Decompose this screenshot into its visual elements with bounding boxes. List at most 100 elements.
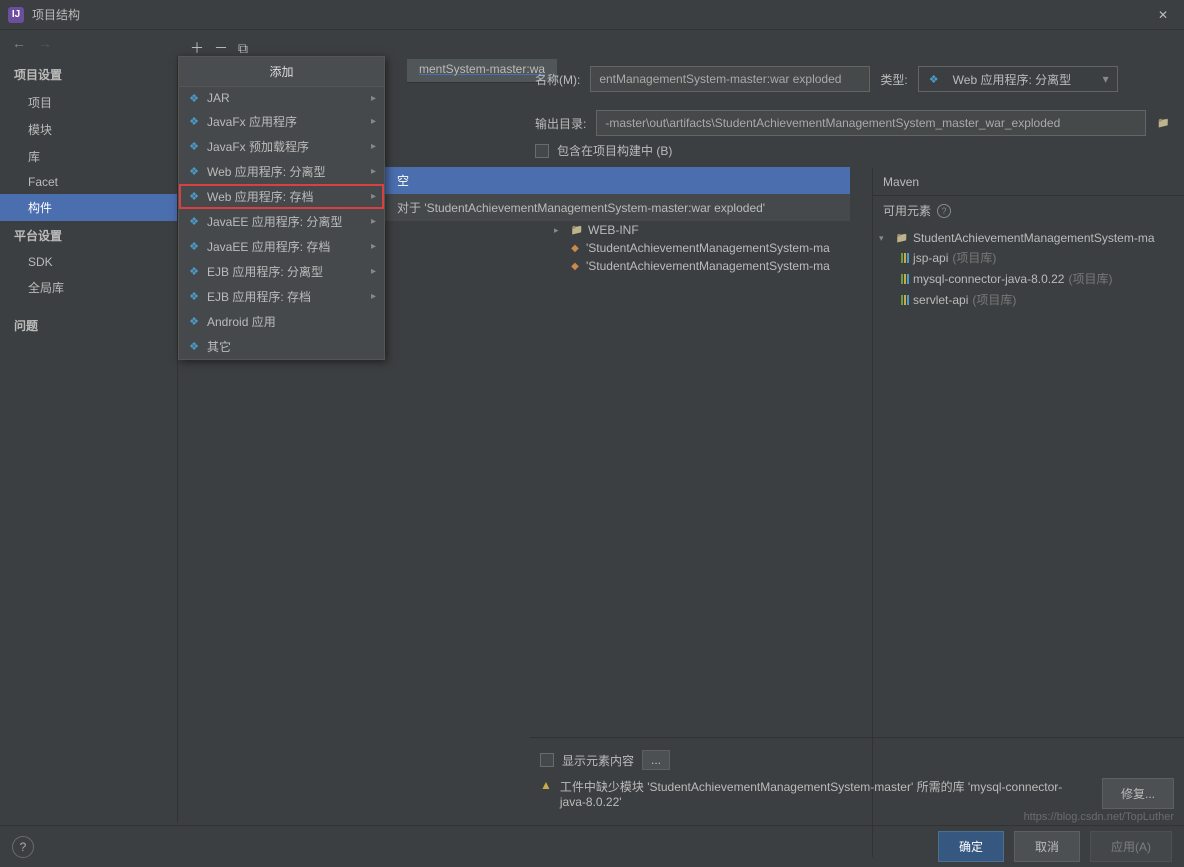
artifact-type-icon [187, 315, 201, 329]
titlebar: IJ 项目结构 ✕ [0, 0, 1184, 30]
expand-icon[interactable]: ▸ [554, 225, 566, 236]
module-icon [895, 231, 909, 245]
lib-suffix: (项目库) [972, 291, 1016, 308]
show-content-label: 显示元素内容 [562, 752, 634, 769]
apply-button[interactable]: 应用(A) [1090, 831, 1172, 862]
sidebar-item-libraries[interactable]: 库 [0, 143, 177, 170]
available-tree[interactable]: ▾ StudentAchievementManagementSystem-ma j… [873, 225, 1184, 314]
chevron-right-icon: ▸ [371, 241, 376, 252]
ellipsis-button[interactable]: ... [642, 750, 670, 770]
chevron-down-icon: ▾ [1103, 72, 1109, 86]
chevron-right-icon: ▸ [371, 116, 376, 127]
war-icon [568, 259, 582, 273]
submenu-for-artifact[interactable]: 对于 'StudentAchievementManagementSystem-m… [385, 194, 850, 221]
tree-item[interactable]: WEB-INF [588, 223, 639, 237]
popup-item[interactable]: JavaEE 应用程序: 存档 ▸ [179, 234, 384, 259]
warning-icon [540, 778, 552, 792]
popup-item[interactable]: Web 应用程序: 分离型 ▸ [179, 159, 384, 184]
artifact-type-icon [187, 91, 201, 105]
popup-item[interactable]: JavaEE 应用程序: 分离型▸ [179, 209, 384, 234]
lib-name[interactable]: jsp-api [913, 251, 948, 265]
chevron-right-icon: ▸ [371, 216, 376, 227]
popup-item[interactable]: JAR▸ [179, 87, 384, 109]
lib-suffix: (项目库) [1068, 270, 1112, 287]
copy-icon[interactable]: ⧉ [238, 40, 248, 57]
browse-folder-icon[interactable] [1156, 116, 1170, 130]
tree-item[interactable]: 'StudentAchievementManagementSystem-ma [586, 259, 830, 273]
lib-name[interactable]: servlet-api [913, 293, 968, 307]
nav-back-icon[interactable]: ← [12, 35, 26, 51]
available-header: 可用元素 [883, 202, 931, 219]
folder-icon [570, 223, 584, 237]
popup-item-label: Web 应用程序: 存档 [207, 188, 313, 205]
type-label: 类型: [880, 71, 907, 88]
add-icon[interactable]: ＋ [190, 38, 204, 58]
popup-item[interactable]: Web 应用程序: 存档▸ [179, 184, 384, 209]
help-icon[interactable]: ? [937, 204, 951, 218]
submenu: 空 对于 'StudentAchievementManagementSystem… [385, 167, 850, 221]
app-icon: IJ [8, 7, 24, 23]
type-dropdown[interactable]: Web 应用程序: 分离型 ▾ [918, 66, 1118, 92]
popup-item[interactable]: Android 应用 [179, 309, 384, 334]
cancel-button[interactable]: 取消 [1014, 831, 1080, 862]
library-icon [901, 274, 909, 284]
popup-item[interactable]: EJB 应用程序: 分离型 ▸ [179, 259, 384, 284]
remove-icon[interactable]: － [214, 38, 228, 58]
popup-item-label: EJB 应用程序: 存档 [207, 288, 311, 305]
war-icon [568, 241, 582, 255]
lib-name[interactable]: mysql-connector-java-8.0.22 [913, 272, 1064, 286]
submenu-empty[interactable]: 空 [385, 167, 850, 194]
artifact-type-icon [187, 190, 201, 204]
popup-item-label: Android 应用 [207, 313, 276, 330]
popup-item-label: JavaFx 预加载程序 [207, 138, 309, 155]
sidebar-item-facets[interactable]: Facet [0, 170, 177, 194]
popup-item[interactable]: JavaFx 应用程序▸ [179, 109, 384, 134]
popup-item[interactable]: EJB 应用程序: 存档 ▸ [179, 284, 384, 309]
include-build-checkbox[interactable] [535, 144, 549, 158]
artifact-type-icon [187, 115, 201, 129]
popup-item-label: JavaEE 应用程序: 存档 [207, 238, 330, 255]
sidebar-item-global-libs[interactable]: 全局库 [0, 274, 177, 301]
ok-button[interactable]: 确定 [938, 831, 1004, 862]
library-icon [901, 295, 909, 305]
show-content-checkbox[interactable] [540, 753, 554, 767]
name-input[interactable] [590, 66, 870, 92]
artifact-type-icon [187, 290, 201, 304]
tree-item[interactable]: 'StudentAchievementManagementSystem-ma [586, 241, 830, 255]
popup-item-label: EJB 应用程序: 分离型 [207, 263, 323, 280]
chevron-right-icon: ▸ [371, 291, 376, 302]
popup-item-label: 其它 [207, 338, 231, 355]
sidebar-item-artifacts[interactable]: 构件 [0, 194, 177, 221]
library-icon [901, 253, 909, 263]
artifact-type-icon [187, 265, 201, 279]
artifact-type-icon [187, 165, 201, 179]
close-icon[interactable]: ✕ [1150, 4, 1176, 26]
tree-root-label[interactable]: StudentAchievementManagementSystem-ma [913, 231, 1154, 245]
popup-header: 添加 [179, 57, 384, 87]
name-label: 名称(M): [535, 71, 580, 88]
sidebar: 项目设置 项目 模块 库 Facet 构件 平台设置 SDK 全局库 问题 [0, 56, 178, 823]
bottom-panel: 显示元素内容 ... 工件中缺少模块 'StudentAchievementMa… [530, 737, 1184, 807]
output-input[interactable] [596, 110, 1146, 136]
popup-item[interactable]: JavaFx 预加载程序▸ [179, 134, 384, 159]
chevron-right-icon: ▸ [371, 266, 376, 277]
sidebar-section-platform: 平台设置 [0, 221, 177, 250]
fix-button[interactable]: 修复... [1102, 778, 1174, 809]
sidebar-section-problems: 问题 [0, 311, 177, 340]
watermark: https://blog.csdn.net/TopLuther [1024, 811, 1174, 823]
help-button[interactable]: ? [12, 836, 34, 858]
footer: ? 确定 取消 应用(A) [0, 825, 1184, 867]
warning-text: 工件中缺少模块 'StudentAchievementManagementSys… [560, 778, 1080, 809]
popup-item-label: Web 应用程序: 分离型 [207, 163, 325, 180]
sidebar-item-project[interactable]: 项目 [0, 89, 177, 116]
sidebar-item-sdk[interactable]: SDK [0, 250, 177, 274]
sidebar-item-modules[interactable]: 模块 [0, 116, 177, 143]
artifact-type-icon [187, 215, 201, 229]
chevron-right-icon: ▸ [371, 166, 376, 177]
nav-forward-icon[interactable]: → [38, 35, 52, 51]
lib-suffix: (项目库) [952, 249, 996, 266]
popup-item[interactable]: 其它 [179, 334, 384, 359]
expand-icon[interactable]: ▾ [879, 233, 891, 244]
checkbox-label: 包含在项目构建中 (B) [557, 142, 672, 159]
web-icon [927, 72, 941, 86]
